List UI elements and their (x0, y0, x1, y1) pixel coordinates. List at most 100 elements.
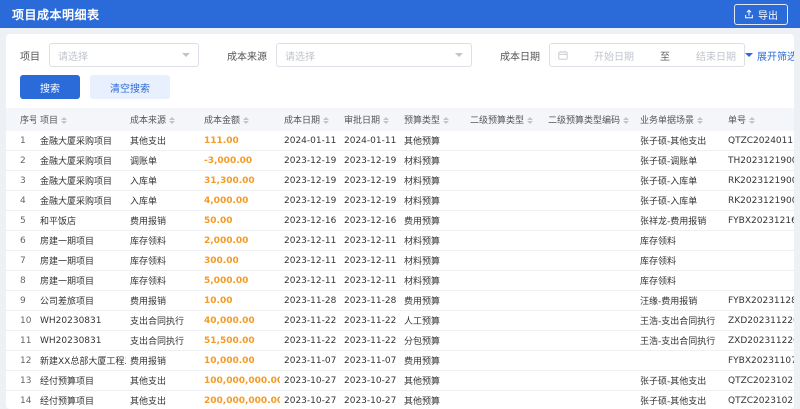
cell-doc-number: RK20231219002 (724, 190, 794, 211)
sort-icon[interactable] (527, 117, 534, 124)
table-row[interactable]: 10 WH20230831 支出合同执行 40,000.00 2023-11-22 202… (6, 310, 794, 331)
cell-cost-source: 费用报销 (126, 290, 200, 311)
cell-doc-number: ZXD20231122002 (724, 310, 794, 331)
cell-sub-budget-type-code (544, 330, 636, 351)
date-start-placeholder: 开始日期 (594, 51, 634, 63)
table-row[interactable]: 4 金融大厦采购项目 入库单 4,000.00 2023-12-19 2023-12-19… (6, 190, 794, 211)
column-header-doc-number[interactable]: 单号 (724, 108, 794, 131)
cell-approval-date: 2023-12-19 (340, 170, 400, 191)
table-row[interactable]: 6 房建一期项目 库存领料 2,000.00 2023-12-11 2023-12-11 材… (6, 230, 794, 251)
cell-sub-budget-type-code (544, 370, 636, 391)
cost-date-filter-label: 成本日期 (500, 51, 540, 63)
export-label: 导出 (758, 10, 778, 22)
cell-cost-source: 库存领料 (126, 230, 200, 251)
table-row[interactable]: 7 房建一期项目 库存领料 300.00 2023-12-11 2023-12-11 材料预… (6, 250, 794, 271)
cell-sub-budget-type (466, 131, 544, 151)
sort-icon[interactable] (243, 117, 250, 124)
sort-icon[interactable] (169, 117, 176, 124)
table-row[interactable]: 3 金融大厦采购项目 入库单 31,300.00 2023-12-19 2023-12-1… (6, 170, 794, 191)
column-label: 业务单据场景 (640, 116, 695, 126)
expand-filter-toggle[interactable]: 展开筛选 (745, 48, 794, 63)
column-header-cost-amount[interactable]: 成本金额 (200, 108, 280, 131)
cell-sub-budget-type (466, 210, 544, 231)
cell-index: 5 (6, 210, 36, 231)
cell-index: 10 (6, 310, 36, 331)
sort-icon[interactable] (697, 117, 704, 124)
table-row[interactable]: 8 房建一期项目 库存领料 5,000.00 2023-12-11 2023-12-11 材… (6, 270, 794, 291)
column-header-cost-date[interactable]: 成本日期 (280, 108, 340, 131)
column-header-project[interactable]: 项目 (36, 108, 126, 131)
table-row[interactable]: 9 公司差旅项目 费用报销 10.00 2023-11-28 2023-11-28 费用预算… (6, 290, 794, 311)
cell-approval-date: 2024-01-11 (340, 131, 400, 151)
cell-sub-budget-type (466, 230, 544, 251)
cell-cost-source: 支出合同执行 (126, 310, 200, 331)
cell-approval-date: 2023-11-07 (340, 350, 400, 371)
date-separator: 至 (660, 51, 670, 63)
project-select-placeholder: 请选择 (58, 51, 88, 63)
export-button[interactable]: 导出 (734, 3, 788, 25)
cell-cost-amount: 2,000.00 (200, 230, 280, 251)
cell-cost-source: 其他支出 (126, 131, 200, 151)
table-row[interactable]: 5 和平饭店 费用报销 50.00 2023-12-16 2023-12-16 费用预算 张祥… (6, 210, 794, 231)
cell-sub-budget-type (466, 150, 544, 171)
table-row[interactable]: 1 金融大厦采购项目 其他支出 111.00 2024-01-11 2024-01-11 其… (6, 131, 794, 151)
cell-business-doc-scene: 张祥龙-费用报销 (636, 210, 724, 231)
column-header-sub-budget-type-code[interactable]: 二级预算类型编码 (544, 108, 636, 131)
column-header-cost-source[interactable]: 成本来源 (126, 108, 200, 131)
table-row[interactable]: 14 经付预算项目 其他支出 200,000,000.00 2023-10-27 2023… (6, 390, 794, 409)
column-header-business-doc-scene[interactable]: 业务单据场景 (636, 108, 724, 131)
cell-approval-date: 2023-10-27 (340, 370, 400, 391)
cell-project: 公司差旅项目 (36, 290, 126, 311)
cell-project: 房建一期项目 (36, 230, 126, 251)
table-row[interactable]: 13 经付预算项目 其他支出 100,000,000.00 2023-10-27 2023… (6, 370, 794, 391)
table-body: 1 金融大厦采购项目 其他支出 111.00 2024-01-11 2024-01-11 其… (6, 131, 794, 409)
cell-index: 11 (6, 330, 36, 351)
table-row[interactable]: 12新建XX总部大厦工程二期费用报销10,000.002023-11-07202… (6, 350, 794, 371)
column-label: 预算类型 (404, 116, 441, 126)
sort-icon[interactable] (61, 117, 68, 124)
sort-icon[interactable] (323, 117, 330, 124)
cell-doc-number (724, 250, 794, 271)
cell-cost-amount: 40,000.00 (200, 310, 280, 331)
cell-cost-amount: 111.00 (200, 131, 280, 151)
cell-approval-date: 2023-12-19 (340, 150, 400, 171)
cell-cost-date: 2023-11-22 (280, 330, 340, 351)
sort-icon[interactable] (749, 117, 756, 124)
cell-sub-budget-type (466, 350, 544, 371)
cell-budget-type: 材料预算 (400, 190, 466, 211)
cell-index: 12 (6, 350, 36, 371)
table-container: 序号 项目 成本来源 成本金额 成本日期 审批日期 预算类型 二级预算类型 二级预算类型编码 业务… (6, 108, 794, 409)
page-title: 项目成本明细表 (12, 7, 100, 22)
cell-cost-source: 库存领料 (126, 270, 200, 291)
cell-sub-budget-type-code (544, 270, 636, 291)
cell-sub-budget-type-code (544, 150, 636, 171)
sort-icon[interactable] (623, 117, 630, 124)
cell-cost-date: 2023-12-11 (280, 230, 340, 251)
column-header-sub-budget-type[interactable]: 二级预算类型 (466, 108, 544, 131)
column-label: 审批日期 (344, 116, 381, 126)
sort-icon[interactable] (383, 117, 390, 124)
table-row[interactable]: 11 WH20230831 支出合同执行 51,500.00 2023-11-22 202… (6, 330, 794, 351)
cost-date-range-picker[interactable]: 开始日期 至 结束日期 (549, 43, 745, 67)
cell-budget-type: 其他预算 (400, 390, 466, 409)
cell-doc-number: QTZC20231027002 (724, 370, 794, 391)
search-button[interactable]: 搜索 (20, 75, 80, 99)
column-header-index[interactable]: 序号 (6, 108, 36, 131)
cell-doc-number: QTZC20240111001 (724, 131, 794, 151)
column-header-approval-date[interactable]: 审批日期 (340, 108, 400, 131)
column-header-budget-type[interactable]: 预算类型 (400, 108, 466, 131)
cell-index: 6 (6, 230, 36, 251)
cell-budget-type: 材料预算 (400, 270, 466, 291)
project-select[interactable]: 请选择 (49, 43, 199, 67)
cost-source-select[interactable]: 请选择 (276, 43, 472, 67)
cell-cost-source: 支出合同执行 (126, 330, 200, 351)
sort-icon[interactable] (443, 117, 450, 124)
table-row[interactable]: 2 金融大厦采购项目 调账单 -3,000.00 2023-12-19 2023-12-1… (6, 150, 794, 171)
cell-cost-source: 费用报销 (126, 350, 200, 371)
clear-search-button[interactable]: 清空搜索 (90, 75, 170, 99)
cell-approval-date: 2023-12-11 (340, 230, 400, 251)
chevron-down-icon (455, 53, 463, 57)
cell-index: 2 (6, 150, 36, 171)
cell-cost-date: 2024-01-11 (280, 131, 340, 151)
cell-doc-number: QTZC20231027003 (724, 390, 794, 409)
